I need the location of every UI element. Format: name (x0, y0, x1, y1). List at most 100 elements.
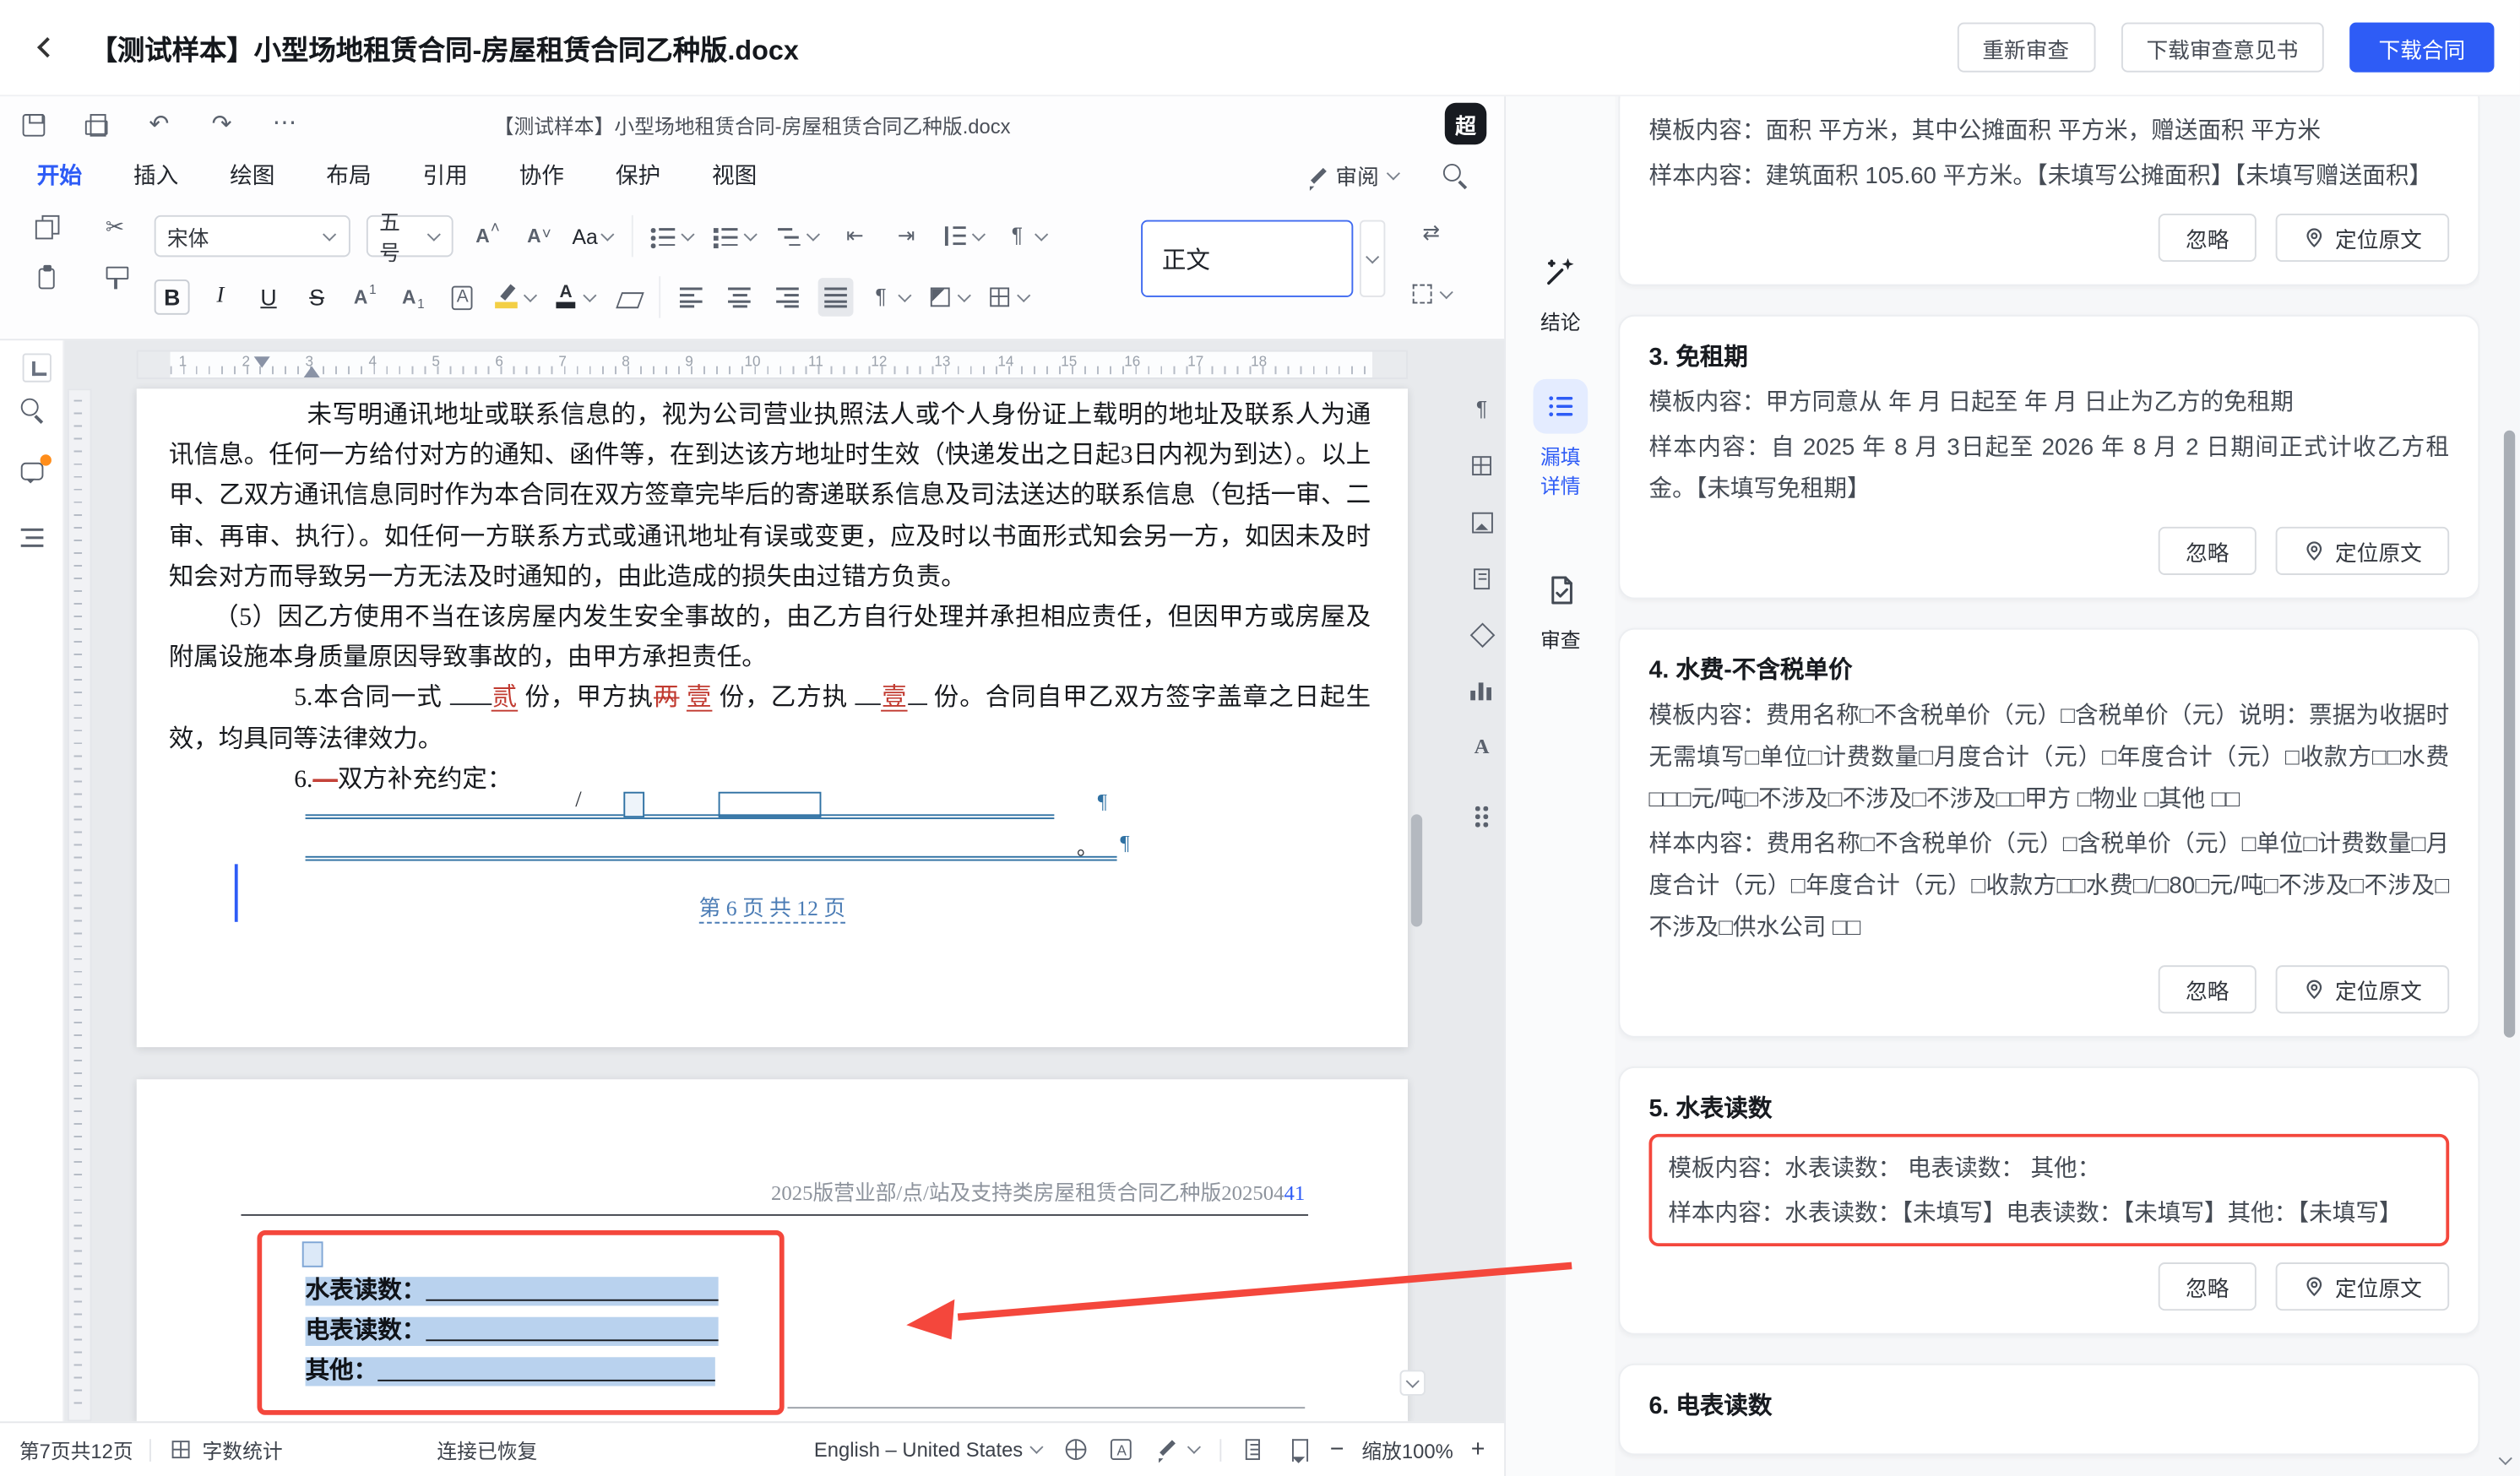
tab-reference[interactable]: 引用 (421, 156, 470, 195)
tab-insert[interactable]: 插入 (132, 156, 180, 195)
globe-icon[interactable] (1063, 1435, 1090, 1462)
blank-underline[interactable] (426, 1319, 718, 1342)
print-icon[interactable] (82, 110, 111, 138)
content-control-box-large[interactable] (719, 792, 822, 817)
align-left-button[interactable] (674, 278, 709, 317)
rail-item-conclusion[interactable]: 结论 (1506, 244, 1615, 335)
paste-icon[interactable] (31, 263, 60, 292)
comments-icon[interactable] (17, 459, 46, 488)
wordart-icon[interactable] (1467, 732, 1496, 761)
download-opinion-button[interactable]: 下载审查意见书 (2121, 23, 2324, 73)
underline-button[interactable]: U (251, 278, 286, 317)
increase-indent-button[interactable] (888, 217, 924, 256)
ignore-button[interactable]: 忽略 (2159, 527, 2257, 575)
paragraph-mark-icon[interactable] (1467, 395, 1496, 424)
content-control-box-small[interactable] (623, 792, 644, 817)
increase-font-button[interactable] (470, 217, 505, 256)
panel-scroll-down-icon[interactable] (2499, 1453, 2513, 1468)
next-page-button[interactable] (1400, 1370, 1426, 1395)
find-icon[interactable] (17, 395, 46, 424)
member-badge[interactable]: 超 (1445, 103, 1486, 144)
italic-button[interactable]: I (203, 278, 238, 317)
insert-image-icon[interactable] (1467, 507, 1496, 536)
select-button[interactable] (1408, 274, 1454, 313)
rail-item-review[interactable]: 审查 (1506, 562, 1615, 654)
content-control-handle[interactable] (302, 1241, 323, 1267)
numbered-list-button[interactable] (712, 217, 758, 256)
align-center-button[interactable] (722, 278, 758, 317)
drag-handle-icon[interactable] (1467, 801, 1496, 830)
back-button[interactable] (25, 26, 67, 68)
search-icon[interactable] (1440, 160, 1469, 189)
shading-button[interactable] (926, 278, 972, 317)
tab-protect[interactable]: 保护 (614, 156, 662, 195)
paragraph-copies[interactable]: 5.本合同一式 贰 份，甲方执两 壹 份，乙方执 壹 份。合同自甲乙双方签字盖章… (169, 678, 1371, 759)
font-family-select[interactable]: 宋体 (155, 215, 350, 257)
show-marks-button[interactable] (866, 278, 913, 317)
cut-icon[interactable] (100, 212, 129, 241)
rail-item-missing-details[interactable]: 漏填 详情 (1506, 379, 1615, 500)
document-outline-icon[interactable] (17, 524, 46, 552)
insert-chart-icon[interactable] (1467, 676, 1496, 705)
undo-icon[interactable] (144, 110, 173, 138)
word-count-button[interactable]: 字数统计 (167, 1435, 283, 1465)
other-meter-line[interactable]: 其他： (306, 1353, 719, 1393)
blank-fill-line-2[interactable] (306, 835, 1117, 860)
subscript-button[interactable] (395, 278, 431, 317)
tab-layout[interactable]: 布局 (324, 156, 372, 195)
clear-format-button[interactable] (611, 278, 646, 317)
decrease-indent-button[interactable] (837, 217, 872, 256)
locate-source-button[interactable]: 定位原文 (2276, 214, 2450, 262)
find-replace-button[interactable] (1414, 214, 1449, 252)
font-color-button[interactable] (551, 278, 598, 317)
format-painter-icon[interactable] (100, 263, 129, 292)
align-justify-button[interactable] (818, 278, 854, 317)
electric-meter-line[interactable]: 电表读数： (306, 1312, 719, 1353)
read-mode-icon[interactable] (1284, 1435, 1312, 1462)
borders-button[interactable] (986, 278, 1032, 317)
bullet-list-button[interactable] (649, 217, 696, 256)
save-icon[interactable] (19, 110, 48, 138)
language-selector[interactable]: English – United States (814, 1438, 1045, 1461)
font-size-select[interactable]: 五号 (367, 215, 453, 257)
character-border-button[interactable] (443, 278, 479, 317)
first-line-indent-marker[interactable] (304, 366, 320, 377)
insert-table-icon[interactable] (1467, 451, 1496, 480)
tab-home[interactable]: 开始 (35, 156, 84, 195)
insert-note-icon[interactable] (1467, 564, 1496, 593)
highlight-color-button[interactable] (492, 278, 539, 317)
review-menu[interactable]: 审阅 (1303, 159, 1401, 191)
zoom-in-button[interactable]: + (1471, 1435, 1485, 1462)
zoom-level[interactable]: 缩放100% (1361, 1435, 1453, 1465)
download-contract-button[interactable]: 下载合同 (2349, 23, 2494, 73)
page-view-icon[interactable] (1240, 1435, 1267, 1462)
zoom-out-button[interactable]: − (1330, 1435, 1344, 1462)
ignore-button[interactable]: 忽略 (2159, 214, 2257, 262)
document-page-6[interactable]: 未写明通讯地址或联系信息的，视为公司营业执照法人或个人身份证上载明的地址及联系人… (137, 388, 1408, 1047)
indent-marker[interactable] (254, 356, 270, 367)
locate-source-button[interactable]: 定位原文 (2276, 965, 2450, 1013)
locate-source-button[interactable]: 定位原文 (2276, 527, 2450, 575)
line-spacing-button[interactable] (940, 217, 986, 256)
locate-source-button[interactable]: 定位原文 (2276, 1262, 2450, 1310)
ignore-button[interactable]: 忽略 (2159, 1262, 2257, 1310)
water-meter-line[interactable]: 水表读数： (306, 1272, 719, 1312)
paragraph-safety[interactable]: （5）因乙方使用不当在该房屋内发生安全事故的，由乙方自行处理并承担相应责任，但因… (169, 598, 1371, 679)
tab-view[interactable]: 视图 (710, 156, 758, 195)
document-page-7[interactable]: 2025版营业部/点/站及支持类房屋租赁合同乙种版20250441 水表读数： … (137, 1079, 1408, 1421)
style-gallery-expand[interactable] (1360, 220, 1385, 297)
ignore-button[interactable]: 忽略 (2159, 965, 2257, 1013)
superscript-button[interactable] (347, 278, 383, 317)
document-scrollbar-thumb[interactable] (1411, 814, 1422, 926)
decrease-font-button[interactable] (521, 217, 557, 256)
blank-underline[interactable] (377, 1359, 715, 1381)
blank-underline[interactable] (426, 1278, 718, 1301)
copy-icon[interactable] (31, 212, 60, 241)
meter-readings-block[interactable]: 水表读数： 电表读数： 其他： (306, 1272, 719, 1392)
multilevel-list-button[interactable] (774, 217, 821, 256)
tab-draw[interactable]: 绘图 (228, 156, 276, 195)
tab-stop-selector[interactable] (23, 353, 52, 382)
document-text[interactable]: 未写明通讯地址或联系信息的，视为公司营业执照法人或个人身份证上载明的地址及联系人… (169, 395, 1371, 800)
insert-shape-icon[interactable] (1467, 620, 1496, 648)
align-right-button[interactable] (770, 278, 806, 317)
